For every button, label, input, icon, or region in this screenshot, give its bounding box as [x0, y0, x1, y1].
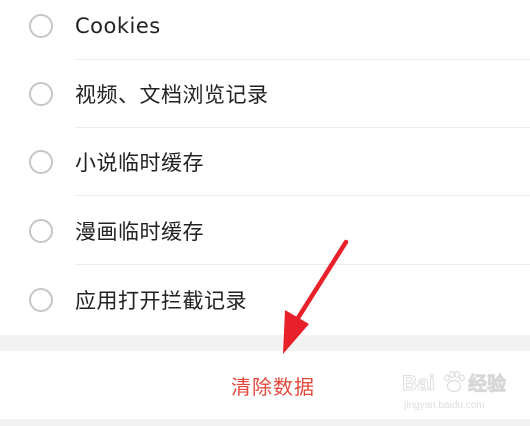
option-label: 应用打开拦截记录 [75, 289, 247, 313]
option-video-doc-history[interactable]: 视频、文档浏览记录 [0, 60, 530, 128]
clear-data-button[interactable]: 清除数据 [0, 351, 530, 419]
option-novel-cache[interactable]: 小说临时缓存 [0, 128, 530, 196]
radio-button[interactable] [29, 219, 53, 243]
radio-button[interactable] [29, 150, 53, 174]
radio-button[interactable] [29, 82, 53, 106]
option-comic-cache[interactable]: 漫画临时缓存 [0, 197, 530, 265]
option-label: 小说临时缓存 [75, 151, 204, 175]
row-divider [75, 264, 530, 265]
radio-button[interactable] [29, 288, 53, 312]
clear-data-label: 清除数据 [231, 374, 315, 399]
option-app-open-block-records[interactable]: 应用打开拦截记录 [0, 266, 530, 334]
row-divider [75, 195, 530, 196]
option-cookies[interactable]: Cookies [0, 0, 530, 60]
clear-data-screen: Cookies 视频、文档浏览记录 小说临时缓存 漫画临时缓存 应用打开拦截记录… [0, 0, 530, 426]
section-gap [0, 335, 530, 351]
option-label: 视频、文档浏览记录 [75, 83, 269, 107]
bottom-gap [0, 419, 530, 426]
radio-button[interactable] [29, 14, 53, 38]
option-label: Cookies [75, 14, 161, 38]
clear-options-list: Cookies 视频、文档浏览记录 小说临时缓存 漫画临时缓存 应用打开拦截记录 [0, 0, 530, 335]
option-label: 漫画临时缓存 [75, 220, 204, 244]
